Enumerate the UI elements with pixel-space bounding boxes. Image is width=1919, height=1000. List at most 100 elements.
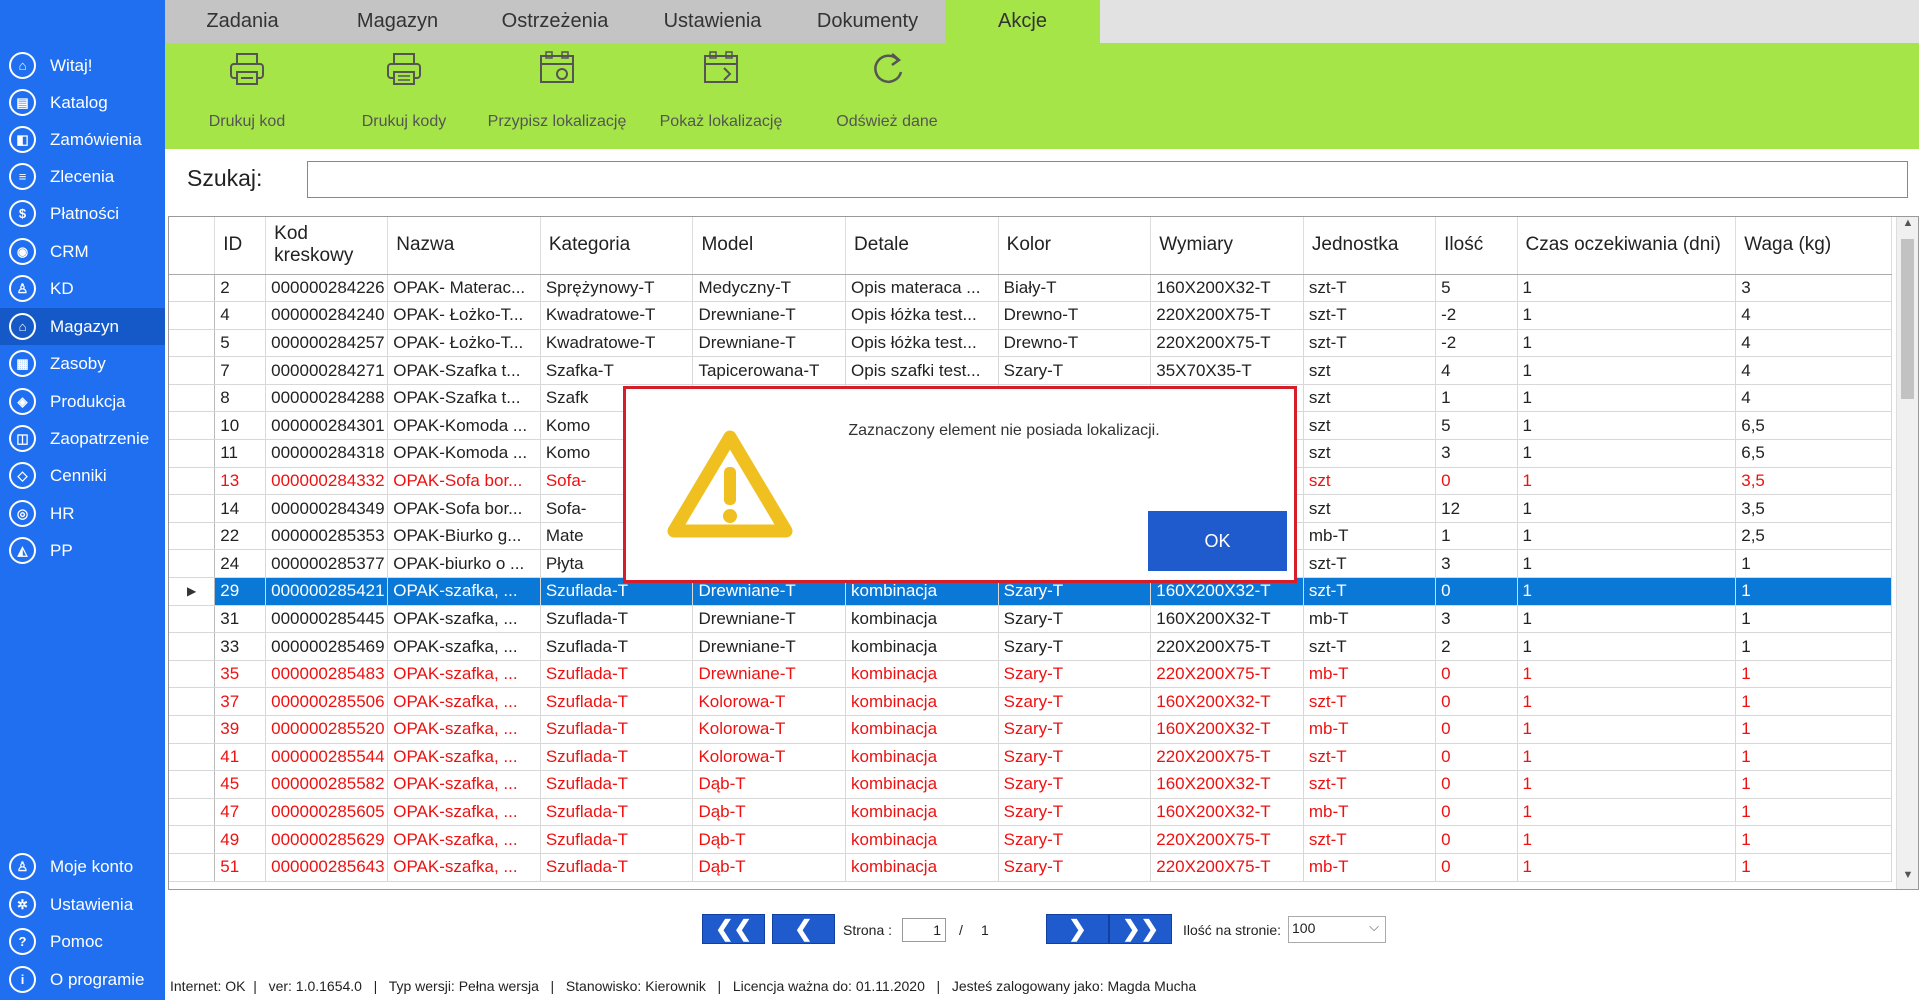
tab-zadania[interactable]: Zadania bbox=[165, 0, 320, 43]
tab-magazyn[interactable]: Magazyn bbox=[320, 0, 475, 43]
tab-ostrzezenia[interactable]: Ostrzeżenia bbox=[475, 0, 635, 43]
sidebar-item-zamowienia[interactable]: ◧ Zamówienia bbox=[0, 121, 165, 158]
sidebar-item-cenniki[interactable]: ◇ Cenniki bbox=[0, 457, 165, 494]
table-cell: szt bbox=[1303, 356, 1437, 385]
column-header-model[interactable]: Model bbox=[692, 217, 847, 275]
scroll-down-icon[interactable]: ▼ bbox=[1897, 869, 1918, 889]
tab-dokumenty[interactable]: Dokumenty bbox=[790, 0, 945, 43]
odswiez-dane-button[interactable]: Odśwież dane bbox=[812, 43, 962, 149]
table-row[interactable]: 2 000000284226 OPAK- Materac... Sprężynowy-… bbox=[169, 274, 1892, 303]
sidebar-item-zasoby[interactable]: ▦ Zasoby bbox=[0, 345, 165, 382]
table-row[interactable]: 33 000000285469 OPAK-szafka, ... Szuflada-T… bbox=[169, 632, 1892, 661]
row-header-cell[interactable] bbox=[169, 770, 216, 799]
przypisz-lokalizacje-button[interactable]: Przypisz lokalizację bbox=[482, 43, 632, 149]
row-header-cell[interactable] bbox=[169, 439, 216, 468]
row-header-cell[interactable] bbox=[169, 632, 216, 661]
sidebar-item-kd[interactable]: ♙ KD bbox=[0, 270, 165, 307]
table-row[interactable]: 37 000000285506 OPAK-szafka, ... Szuflada-T… bbox=[169, 687, 1892, 716]
row-header-cell[interactable] bbox=[169, 467, 216, 496]
row-header-cell[interactable] bbox=[169, 825, 216, 854]
column-header-id[interactable]: ID bbox=[214, 217, 267, 275]
row-pointer-icon[interactable]: ▶ bbox=[169, 577, 216, 606]
sidebar-item-moje-konto[interactable]: ♙ Moje konto bbox=[0, 848, 165, 885]
sidebar-item-zlecenia[interactable]: ≡ Zlecenia bbox=[0, 158, 165, 195]
table-cell: kombinacja bbox=[845, 798, 999, 827]
column-header-detale[interactable]: Detale bbox=[845, 217, 999, 275]
column-header-wymiary[interactable]: Wymiary bbox=[1150, 217, 1304, 275]
table-row[interactable]: 7 000000284271 OPAK-Szafka t... Szafka-T Tap… bbox=[169, 356, 1892, 385]
row-header-cell[interactable] bbox=[169, 743, 216, 772]
table-row[interactable]: 47 000000285605 OPAK-szafka, ... Szuflada-T… bbox=[169, 798, 1892, 827]
cart-icon: ◧ bbox=[9, 126, 36, 153]
row-header-cell[interactable] bbox=[169, 274, 216, 303]
drukuj-kody-button[interactable]: Drukuj kody bbox=[329, 43, 479, 149]
table-row[interactable]: 39 000000285520 OPAK-szafka, ... Szuflada-T… bbox=[169, 715, 1892, 744]
table-row[interactable]: 35 000000285483 OPAK-szafka, ... Szuflada-T… bbox=[169, 660, 1892, 689]
sidebar-item-crm[interactable]: ◉ CRM bbox=[0, 233, 165, 270]
table-cell: kombinacja bbox=[845, 687, 999, 716]
row-header-cell[interactable] bbox=[169, 605, 216, 634]
column-header-kod-kreskowy[interactable]: Kod kreskowy bbox=[265, 217, 389, 275]
row-header-cell[interactable] bbox=[169, 660, 216, 689]
tab-ustawienia[interactable]: Ustawienia bbox=[635, 0, 790, 43]
row-header-cell[interactable] bbox=[169, 494, 216, 523]
table-row[interactable]: 49 000000285629 OPAK-szafka, ... Szuflada-T… bbox=[169, 825, 1892, 854]
row-header-cell[interactable] bbox=[169, 356, 216, 385]
table-row[interactable]: 4 000000284240 OPAK- Łożko-T... Kwadratowe-… bbox=[169, 301, 1892, 330]
row-header-cell[interactable] bbox=[169, 687, 216, 716]
table-cell: szt bbox=[1303, 494, 1437, 523]
row-header-cell[interactable] bbox=[169, 411, 216, 441]
table-row[interactable]: 31 000000285445 OPAK-szafka, ... Szuflada-T… bbox=[169, 605, 1892, 634]
sidebar-item-witaj[interactable]: ⌂ Witaj! bbox=[0, 47, 165, 84]
table-row[interactable]: 45 000000285582 OPAK-szafka, ... Szuflada-T… bbox=[169, 770, 1892, 799]
table-cell: 33 bbox=[214, 632, 267, 661]
page-input[interactable]: 1 bbox=[902, 918, 946, 942]
column-header-nazwa[interactable]: Nazwa bbox=[387, 217, 541, 275]
column-header-kategoria[interactable]: Kategoria bbox=[540, 217, 694, 275]
row-header-cell[interactable] bbox=[169, 715, 216, 744]
page-size-label: Ilość na stronie: bbox=[1183, 922, 1282, 938]
page-size-select[interactable]: 100 ⌵ bbox=[1288, 916, 1386, 943]
pokaz-lokalizacje-button[interactable]: Pokaż lokalizację bbox=[646, 43, 796, 149]
table-cell: OPAK-szafka, ... bbox=[387, 798, 541, 827]
sidebar-item-pp[interactable]: ◭ PP bbox=[0, 532, 165, 569]
column-header-czas-oczekiwania-dni[interactable]: Czas oczekiwania (dni) bbox=[1517, 217, 1737, 275]
table-row[interactable]: 5 000000284257 OPAK- Łożko-T... Kwadratowe-… bbox=[169, 329, 1892, 358]
sidebar-item-produkcja[interactable]: ◈ Produkcja bbox=[0, 383, 165, 420]
row-header-cell[interactable] bbox=[169, 384, 216, 413]
row-header-cell[interactable] bbox=[169, 522, 216, 551]
sidebar-item-o-programie[interactable]: i O programie bbox=[0, 961, 165, 998]
drukuj-kod-button[interactable]: Drukuj kod bbox=[172, 43, 322, 149]
table-cell: 4 bbox=[1735, 301, 1892, 330]
tab-akcje[interactable]: Akcje bbox=[945, 0, 1100, 43]
column-header-waga-kg[interactable]: Waga (kg) bbox=[1735, 217, 1892, 275]
home-icon: ⌂ bbox=[9, 52, 36, 79]
scroll-up-icon[interactable]: ▲ bbox=[1897, 217, 1918, 237]
table-row[interactable]: 41 000000285544 OPAK-szafka, ... Szuflada-T… bbox=[169, 743, 1892, 772]
first-page-button[interactable]: ❮❮ bbox=[702, 914, 765, 944]
row-header-cell[interactable] bbox=[169, 853, 216, 882]
next-page-button[interactable]: ❯ bbox=[1046, 914, 1109, 944]
previous-page-button[interactable]: ❮ bbox=[772, 914, 835, 944]
sidebar-item-katalog[interactable]: ▤ Katalog bbox=[0, 84, 165, 121]
vertical-scrollbar[interactable]: ▲ ▼ bbox=[1896, 217, 1918, 889]
row-header-cell[interactable] bbox=[169, 329, 216, 358]
row-header-cell[interactable] bbox=[169, 549, 216, 579]
sidebar-item-hr[interactable]: ◎ HR bbox=[0, 495, 165, 532]
sidebar-item-magazyn[interactable]: ⌂ Magazyn bbox=[0, 308, 165, 345]
row-header-cell[interactable] bbox=[169, 301, 216, 330]
row-header-cell[interactable] bbox=[169, 798, 216, 827]
scroll-thumb[interactable] bbox=[1901, 239, 1914, 399]
sidebar-item-zaopatrzenie[interactable]: ◫ Zaopatrzenie bbox=[0, 420, 165, 457]
sidebar-item-platnosci[interactable]: $ Płatności bbox=[0, 195, 165, 232]
table-row[interactable]: 51 000000285643 OPAK-szafka, ... Szuflada-T… bbox=[169, 853, 1892, 882]
column-header-jednostka[interactable]: Jednostka bbox=[1303, 217, 1437, 275]
search-input[interactable] bbox=[307, 161, 1908, 198]
column-header-kolor[interactable]: Kolor bbox=[998, 217, 1152, 275]
last-page-button[interactable]: ❯❯ bbox=[1109, 914, 1172, 944]
page-label: Strona : bbox=[843, 922, 893, 938]
column-header-ilosc[interactable]: Ilość bbox=[1435, 217, 1518, 275]
table-cell: 1 bbox=[1517, 715, 1737, 744]
table-cell: 22 bbox=[214, 522, 267, 551]
ok-button[interactable]: OK bbox=[1148, 511, 1287, 571]
